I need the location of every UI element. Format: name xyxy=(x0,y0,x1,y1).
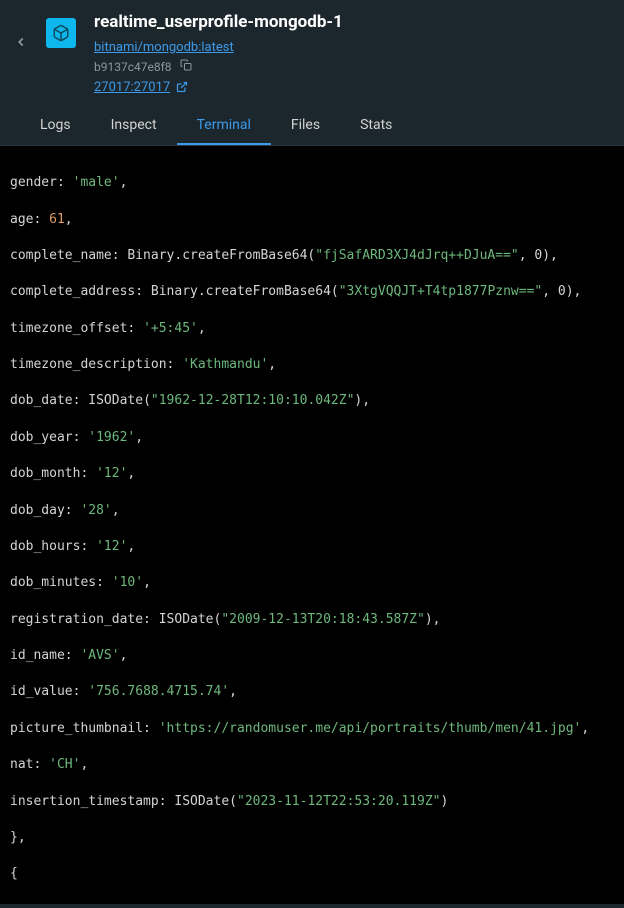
tab-logs[interactable]: Logs xyxy=(20,107,91,145)
port-row: 27017:27017 xyxy=(94,78,610,97)
arg: "2009-12-13T20:18:43.587Z" xyxy=(221,612,425,627)
field-key: id_name: xyxy=(10,648,73,663)
field-value: '10' xyxy=(112,575,143,590)
field-key: dob_hours: xyxy=(10,539,88,554)
punct: , xyxy=(581,721,589,736)
container-header: realtime_userprofile-mongodb-1 bitnami/m… xyxy=(0,0,624,107)
field-key: _id: xyxy=(10,903,41,904)
field-key: dob_day: xyxy=(10,503,73,518)
field-value: 'Kathmandu' xyxy=(182,357,268,372)
tail: , 0), xyxy=(519,248,558,263)
brace: { xyxy=(0,865,624,883)
field-key: age: xyxy=(10,212,41,227)
punct: , xyxy=(229,684,237,699)
punct: , xyxy=(65,212,73,227)
fn: Binary.createFromBase64( xyxy=(151,284,339,299)
punct: , xyxy=(80,757,88,772)
hash-row: b9137c47e8f8 xyxy=(94,59,610,74)
field-value: '12' xyxy=(96,466,127,481)
header-info: realtime_userprofile-mongodb-1 bitnami/m… xyxy=(94,12,610,97)
field-value: 61 xyxy=(49,212,65,227)
copy-icon[interactable] xyxy=(180,59,192,74)
field-key: picture_thumbnail: xyxy=(10,721,151,736)
field-key: dob_date: xyxy=(10,393,80,408)
punct: , xyxy=(135,430,143,445)
fn: ObjectId( xyxy=(49,903,119,904)
field-key: gender: xyxy=(10,175,65,190)
tail: ), xyxy=(354,393,370,408)
field-value: '28' xyxy=(80,503,111,518)
container-name: realtime_userprofile-mongodb-1 xyxy=(94,12,610,32)
field-value: 'https://randomuser.me/api/portraits/thu… xyxy=(159,721,582,736)
tabs: Logs Inspect Terminal Files Stats xyxy=(0,107,624,146)
external-link-icon[interactable] xyxy=(176,78,188,97)
tail: , 0), xyxy=(542,284,581,299)
punct: , xyxy=(198,321,206,336)
image-link[interactable]: bitnami/mongodb:latest xyxy=(94,40,234,55)
field-value: 'male' xyxy=(73,175,120,190)
fn: ISODate( xyxy=(88,393,151,408)
field-value: '+5:45' xyxy=(143,321,198,336)
tail: ), xyxy=(425,612,441,627)
punct: , xyxy=(120,648,128,663)
punct: , xyxy=(127,539,135,554)
punct: , xyxy=(120,175,128,190)
container-hash: b9137c47e8f8 xyxy=(94,60,172,74)
field-value: 'AVS' xyxy=(80,648,119,663)
fn: ISODate( xyxy=(174,794,237,809)
punct: , xyxy=(268,357,276,372)
field-value: 'CH' xyxy=(49,757,80,772)
back-chevron-icon[interactable] xyxy=(14,12,28,53)
terminal-output[interactable]: gender: 'male', age: 61, complete_name: … xyxy=(0,146,624,904)
punct: , xyxy=(112,503,120,518)
tab-terminal[interactable]: Terminal xyxy=(177,107,271,145)
arg: "2023-11-12T22:53:20.119Z" xyxy=(237,794,441,809)
field-key: timezone_description: xyxy=(10,357,174,372)
tab-inspect[interactable]: Inspect xyxy=(91,107,177,145)
tab-stats[interactable]: Stats xyxy=(340,107,412,145)
punct: , xyxy=(127,466,135,481)
field-key: timezone_offset: xyxy=(10,321,135,336)
tab-files[interactable]: Files xyxy=(271,107,340,145)
arg: "655149550f4a79b726ba9981" xyxy=(120,903,324,904)
field-key: nat: xyxy=(10,757,41,772)
tail: ), xyxy=(323,903,339,904)
field-key: complete_address: xyxy=(10,284,143,299)
brace: }, xyxy=(0,829,624,847)
arg: "fjSafARD3XJ4dJrq++DJuA==" xyxy=(315,248,519,263)
tail: ) xyxy=(441,794,449,809)
fn: Binary.createFromBase64( xyxy=(127,248,315,263)
field-key: dob_year: xyxy=(10,430,80,445)
arg: "3XtgVQQJT+T4tp1877Pznw==" xyxy=(339,284,543,299)
field-key: id_value: xyxy=(10,684,80,699)
field-key: dob_minutes: xyxy=(10,575,104,590)
fn: ISODate( xyxy=(159,612,222,627)
port-link[interactable]: 27017:27017 xyxy=(94,80,170,95)
field-key: complete_name: xyxy=(10,248,120,263)
field-value: '756.7688.4715.74' xyxy=(88,684,229,699)
field-value: '12' xyxy=(96,539,127,554)
punct: , xyxy=(143,575,151,590)
arg: "1962-12-28T12:10:10.042Z" xyxy=(151,393,355,408)
field-key: insertion_timestamp: xyxy=(10,794,167,809)
field-value: '1962' xyxy=(88,430,135,445)
field-key: registration_date: xyxy=(10,612,151,627)
container-box-icon xyxy=(46,18,76,48)
field-key: dob_month: xyxy=(10,466,88,481)
